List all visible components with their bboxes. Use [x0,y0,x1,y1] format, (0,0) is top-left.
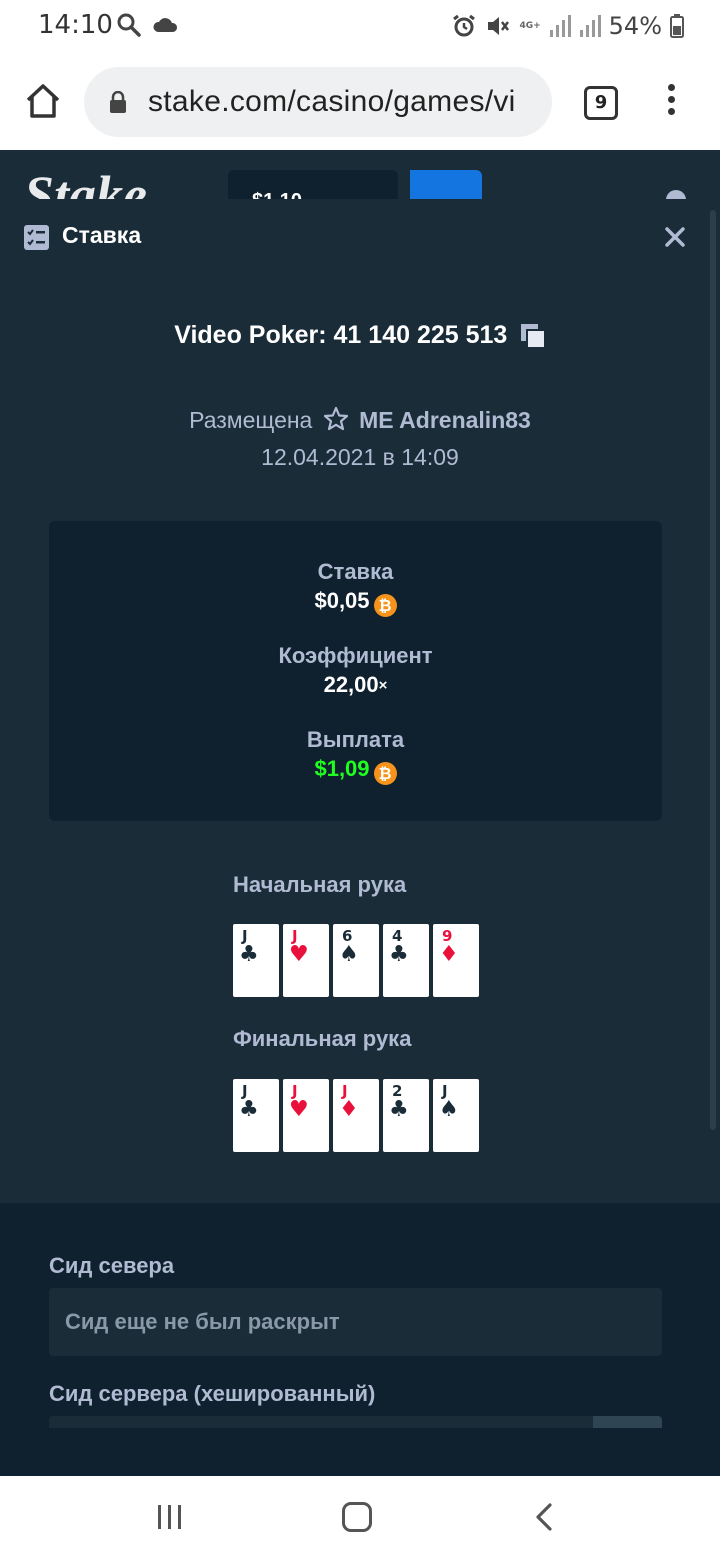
network-type: 4G+ [519,21,541,31]
initial-hand-label: Начальная рука [233,872,407,897]
initial-card-5: 9 ♦ [433,924,479,997]
initial-card-2: J ♥ [283,924,329,997]
bet-label: Ставка [317,559,394,584]
final-card-2: J ♥ [283,1079,329,1152]
initial-hand: J ♣ J ♥ 6 ♠ 4 ♣ 9 ♦ [233,924,483,997]
bet-stats-panel: Ставка $0,05 ₿ Коэффициент 22,00× Выплата… [49,521,662,821]
tab-switcher-button[interactable]: 9 [584,86,618,120]
alarm-icon [453,14,476,37]
card-suit-icon: ♣ [389,1097,409,1122]
placed-by-label: Размещена [189,407,313,433]
final-card-1: J ♣ [233,1079,279,1152]
address-bar[interactable]: stake.com/casino/games/vi [84,67,552,137]
signal-icon [549,15,571,37]
star-icon [323,406,348,431]
battery-percent: 54% [608,12,662,40]
username-link[interactable]: ME Adrenalin83 [359,407,531,433]
card-suit-icon: ♥ [289,1097,309,1122]
server-seed-hashed-field[interactable] [49,1416,662,1428]
card-suit-icon: ♣ [389,942,409,967]
home-icon[interactable] [24,82,62,120]
multiplier-label: Коэффициент [278,643,433,668]
card-suit-icon: ♦ [439,942,459,967]
signal-icon [579,15,601,37]
card-suit-icon: ♣ [239,1097,259,1122]
back-icon[interactable] [532,1502,556,1532]
recent-apps-icon[interactable] [156,1504,184,1530]
final-card-5: J ♠ [433,1079,479,1152]
modal-title: Ставка [62,222,142,248]
final-card-3: J ♦ [333,1079,379,1152]
card-suit-icon: ♠ [439,1097,459,1122]
payout-amount: $1,09 ₿ [49,754,662,785]
cloud-icon [153,18,178,32]
stat-payout: Выплата $1,09 ₿ [49,726,662,785]
copy-icon[interactable] [520,323,546,349]
close-icon[interactable] [664,226,686,248]
placed-by-row: Размещена ME Adrenalin83 [0,406,720,434]
server-seed-hashed-label: Сид сервера (хешированный) [49,1381,376,1406]
final-hand: J ♣ J ♥ J ♦ 2 ♣ J ♠ [233,1079,483,1152]
final-card-4: 2 ♣ [383,1079,429,1152]
server-seed-label: Сид севера [49,1253,175,1278]
overflow-menu-icon[interactable] [664,84,678,120]
card-suit-icon: ♥ [289,942,309,967]
bitcoin-icon: ₿ [373,594,397,617]
server-seed-value: Сид еще не был раскрыт [65,1309,340,1334]
status-time: 14:10 [38,10,113,40]
battery-icon [670,14,684,38]
stat-bet: Ставка $0,05 ₿ [49,558,662,617]
system-nav-bar [0,1476,720,1560]
payout-label: Выплата [306,727,405,752]
url-text[interactable]: stake.com/casino/games/vi [148,85,516,119]
bet-slip-icon [24,225,49,250]
scrollbar[interactable] [710,210,716,1130]
mute-icon [488,17,510,35]
card-suit-icon: ♣ [239,942,259,967]
card-suit-icon: ♦ [339,1097,359,1122]
modal-header: Ставка [0,199,720,273]
initial-card-1: J ♣ [233,924,279,997]
final-hand-label: Финальная рука [233,1026,412,1051]
bet-id-title: Video Poker: 41 140 225 513 [174,321,508,349]
bet-date: 12.04.2021 в 14:09 [261,444,459,470]
initial-card-3: 6 ♠ [333,924,379,997]
initial-card-4: 4 ♣ [383,924,429,997]
browser-toolbar: stake.com/casino/games/vi 9 [0,52,720,150]
multiplier-value: 22,00× [323,672,388,697]
bitcoin-icon: ₿ [373,762,397,785]
bet-details-modal: Ставка Video Poker: 41 140 225 513 Разме… [0,199,720,1428]
stat-multiplier: Коэффициент 22,00× [49,642,662,701]
lock-icon [110,91,126,113]
home-button[interactable] [342,1502,372,1532]
copy-hash-button[interactable] [593,1416,662,1428]
fairness-section: Сид севера Сид еще не был раскрыт Сид се… [0,1203,720,1428]
bet-title-row: Video Poker: 41 140 225 513 [0,321,720,350]
page-background [0,1428,720,1476]
status-bar: 14:10 4G+ 54% [0,0,720,52]
server-seed-field[interactable]: Сид еще не был раскрыт [49,1288,662,1356]
card-suit-icon: ♠ [339,942,359,967]
bet-amount: $0,05 ₿ [49,586,662,617]
search-icon [117,13,141,37]
